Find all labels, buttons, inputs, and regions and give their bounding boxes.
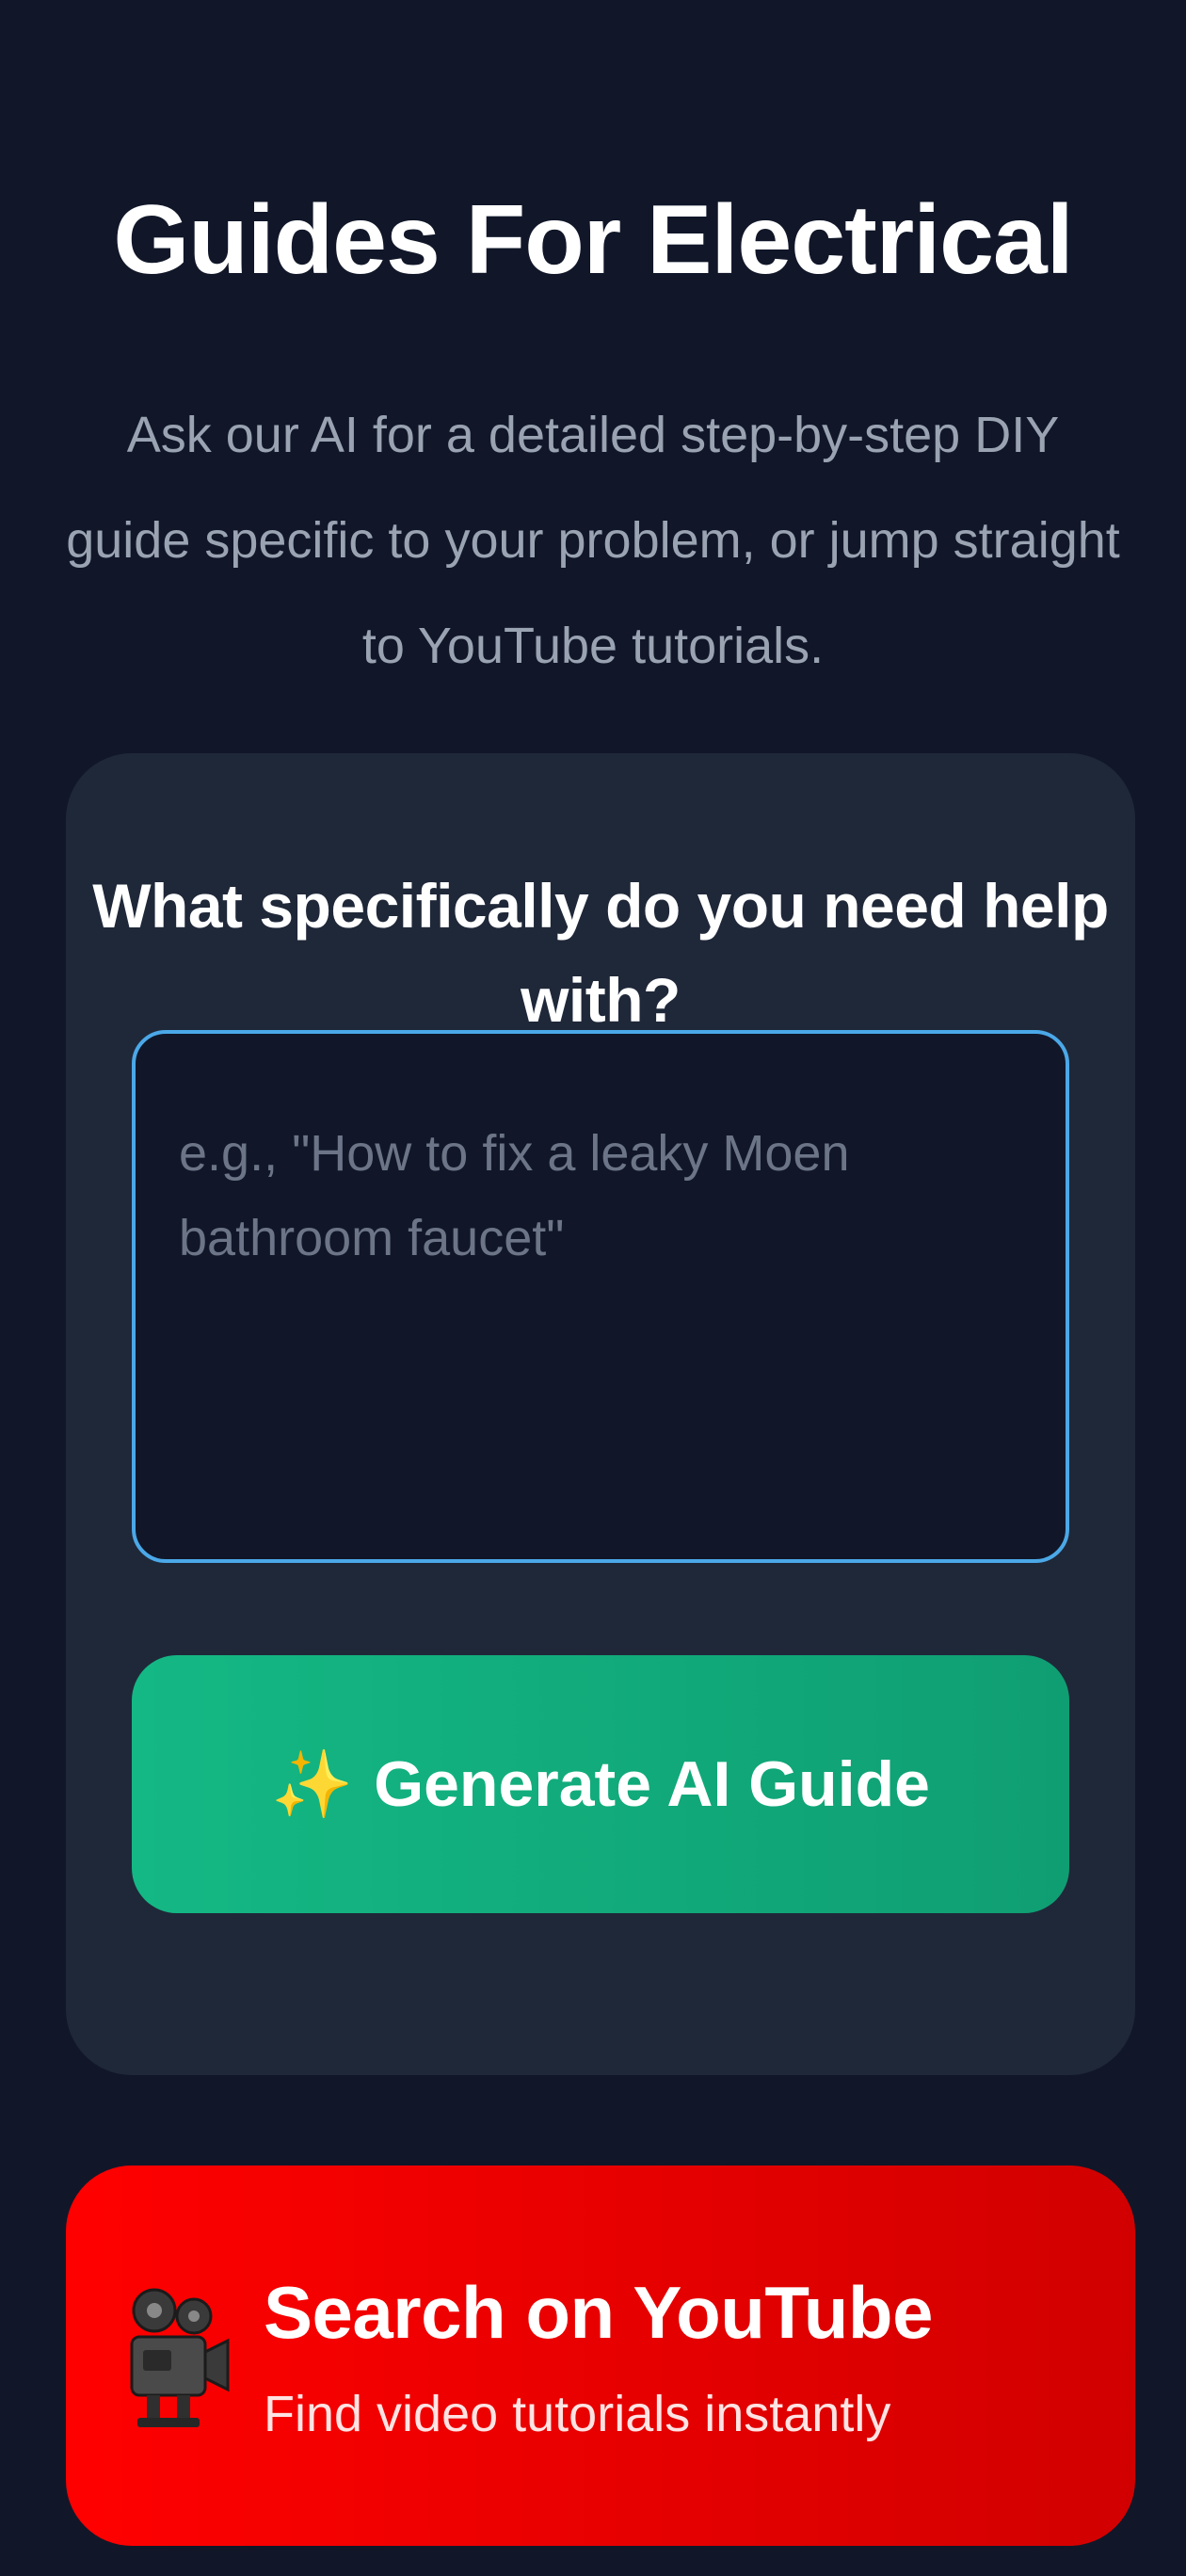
- generate-ai-guide-button[interactable]: ✨ Generate AI Guide: [132, 1655, 1069, 1913]
- search-youtube-button[interactable]: Search on YouTube Find video tutorials i…: [66, 2165, 1135, 2546]
- generate-button-label: Generate AI Guide: [374, 1748, 930, 1820]
- movie-camera-icon: [130, 2288, 230, 2427]
- page-subtitle: Ask our AI for a detailed step-by-step D…: [66, 407, 1120, 674]
- sparkles-icon: ✨: [271, 1747, 354, 1821]
- youtube-button-subtitle: Find video tutorials instantly: [264, 2386, 891, 2442]
- youtube-button-title: Search on YouTube: [264, 2271, 933, 2354]
- ai-guide-card: What specifically do you need help with?…: [66, 753, 1135, 2075]
- help-question-heading: What specifically do you need help with?: [92, 871, 1109, 1035]
- page-title: Guides For Electrical: [113, 185, 1073, 295]
- help-request-input[interactable]: [132, 1030, 1069, 1563]
